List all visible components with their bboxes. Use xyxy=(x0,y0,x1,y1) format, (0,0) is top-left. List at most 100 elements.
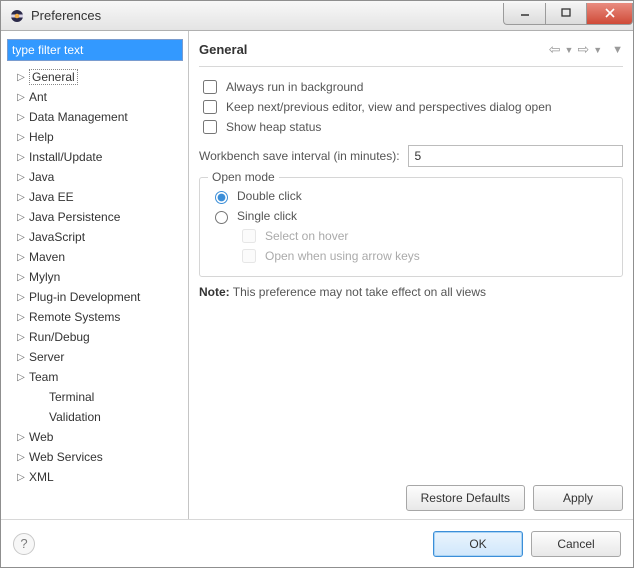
chevron-right-icon[interactable]: ▷ xyxy=(15,111,27,123)
tree-item-label: Java xyxy=(29,170,54,184)
restore-defaults-button[interactable]: Restore Defaults xyxy=(406,485,525,511)
tree-item-label: Help xyxy=(29,130,54,144)
single-click-radio[interactable] xyxy=(215,211,228,224)
chevron-right-icon[interactable]: ▷ xyxy=(15,271,27,283)
chevron-right-icon[interactable]: ▷ xyxy=(15,71,27,83)
tree-item[interactable]: ▷Team xyxy=(7,367,184,387)
heap-checkbox[interactable] xyxy=(203,120,217,134)
back-icon[interactable]: ⇦ xyxy=(549,41,561,58)
filter-input[interactable] xyxy=(7,39,183,61)
bottombar: ? OK Cancel xyxy=(1,519,633,567)
sidebar: ▷General▷Ant▷Data Management▷Help▷Instal… xyxy=(1,31,189,519)
always-run-bg-checkbox[interactable] xyxy=(203,80,217,94)
always-run-bg-label: Always run in background xyxy=(226,80,363,94)
minimize-button[interactable] xyxy=(503,3,545,25)
tree-item-label: Server xyxy=(29,350,64,364)
tree-item-label: Web xyxy=(29,430,53,444)
keep-dialog-checkbox[interactable] xyxy=(203,100,217,114)
back-menu-icon[interactable]: ▼ xyxy=(565,45,574,55)
tree-item-label: Mylyn xyxy=(29,270,60,284)
always-run-bg-row: Always run in background xyxy=(199,77,623,97)
chevron-right-icon[interactable]: ▷ xyxy=(15,131,27,143)
tree-item[interactable]: ▷Ant xyxy=(7,87,184,107)
interval-label: Workbench save interval (in minutes): xyxy=(199,149,400,163)
nav-arrows: ⇦ ▼ ⇨ ▼ ▼ xyxy=(549,41,623,58)
chevron-right-icon[interactable]: ▷ xyxy=(15,211,27,223)
tree-item-label: Remote Systems xyxy=(29,310,120,324)
tree-item[interactable]: ▷Java Persistence xyxy=(7,207,184,227)
app-icon xyxy=(9,8,25,24)
open-arrow-row: Open when using arrow keys xyxy=(238,246,612,266)
window-title: Preferences xyxy=(31,8,101,23)
tree-item[interactable]: ▷Web Services xyxy=(7,447,184,467)
tree-item[interactable]: ▷Terminal xyxy=(7,387,184,407)
preferences-tree[interactable]: ▷General▷Ant▷Data Management▷Help▷Instal… xyxy=(5,67,184,513)
tree-item[interactable]: ▷Data Management xyxy=(7,107,184,127)
tree-item-label: Team xyxy=(29,370,58,384)
tree-item-label: Java EE xyxy=(29,190,74,204)
chevron-right-icon[interactable]: ▷ xyxy=(15,331,27,343)
tree-item-label: Java Persistence xyxy=(29,210,120,224)
tree-item-label: Plug-in Development xyxy=(29,290,140,304)
single-click-row: Single click xyxy=(210,206,612,226)
tree-item[interactable]: ▷Help xyxy=(7,127,184,147)
main-panel: General ⇦ ▼ ⇨ ▼ ▼ Always run in backgrou… xyxy=(189,31,633,519)
tree-item[interactable]: ▷Validation xyxy=(7,407,184,427)
open-mode-legend: Open mode xyxy=(208,170,279,184)
tree-item[interactable]: ▷JavaScript xyxy=(7,227,184,247)
help-icon[interactable]: ? xyxy=(13,533,35,555)
tree-item-label: Data Management xyxy=(29,110,128,124)
chevron-right-icon[interactable]: ▷ xyxy=(15,91,27,103)
tree-item[interactable]: ▷Install/Update xyxy=(7,147,184,167)
chevron-right-icon[interactable]: ▷ xyxy=(15,351,27,363)
select-on-hover-row: Select on hover xyxy=(238,226,612,246)
keep-dialog-label: Keep next/previous editor, view and pers… xyxy=(226,100,552,114)
note-label: Note: xyxy=(199,285,230,299)
chevron-right-icon[interactable]: ▷ xyxy=(15,371,27,383)
close-button[interactable] xyxy=(587,3,633,25)
chevron-right-icon[interactable]: ▷ xyxy=(15,431,27,443)
titlebar: Preferences xyxy=(1,1,633,31)
double-click-row: Double click xyxy=(210,186,612,206)
tree-item[interactable]: ▷Web xyxy=(7,427,184,447)
chevron-right-icon[interactable]: ▷ xyxy=(15,171,27,183)
chevron-right-icon[interactable]: ▷ xyxy=(15,191,27,203)
double-click-label: Double click xyxy=(237,189,302,203)
chevron-right-icon[interactable]: ▷ xyxy=(15,251,27,263)
open-arrow-label: Open when using arrow keys xyxy=(265,249,420,263)
forward-menu-icon[interactable]: ▼ xyxy=(593,45,602,55)
chevron-right-icon[interactable]: ▷ xyxy=(15,231,27,243)
cancel-button[interactable]: Cancel xyxy=(531,531,621,557)
tree-item[interactable]: ▷General xyxy=(7,67,184,87)
tree-item-label: JavaScript xyxy=(29,230,85,244)
chevron-right-icon[interactable]: ▷ xyxy=(15,151,27,163)
tree-item[interactable]: ▷Maven xyxy=(7,247,184,267)
tree-item-label: Terminal xyxy=(49,390,94,404)
tree-item[interactable]: ▷Java xyxy=(7,167,184,187)
chevron-right-icon[interactable]: ▷ xyxy=(15,311,27,323)
tree-item[interactable]: ▷XML xyxy=(7,467,184,487)
tree-item[interactable]: ▷Mylyn xyxy=(7,267,184,287)
heap-row: Show heap status xyxy=(199,117,623,137)
forward-icon[interactable]: ⇨ xyxy=(577,41,589,58)
tree-item[interactable]: ▷Server xyxy=(7,347,184,367)
double-click-radio[interactable] xyxy=(215,191,228,204)
chevron-right-icon[interactable]: ▷ xyxy=(15,451,27,463)
heap-label: Show heap status xyxy=(226,120,321,134)
maximize-button[interactable] xyxy=(545,3,587,25)
select-on-hover-label: Select on hover xyxy=(265,229,348,243)
tree-item[interactable]: ▷Plug-in Development xyxy=(7,287,184,307)
tree-item[interactable]: ▷Java EE xyxy=(7,187,184,207)
ok-button[interactable]: OK xyxy=(433,531,523,557)
chevron-right-icon[interactable]: ▷ xyxy=(15,291,27,303)
tree-item[interactable]: ▷Run/Debug xyxy=(7,327,184,347)
interval-row: Workbench save interval (in minutes): xyxy=(199,145,623,167)
apply-button[interactable]: Apply xyxy=(533,485,623,511)
tree-item-label: Run/Debug xyxy=(29,330,90,344)
view-menu-icon[interactable]: ▼ xyxy=(612,44,623,56)
chevron-right-icon[interactable]: ▷ xyxy=(15,471,27,483)
tree-item[interactable]: ▷Remote Systems xyxy=(7,307,184,327)
window-controls xyxy=(503,7,633,25)
note-row: Note: This preference may not take effec… xyxy=(199,285,623,299)
interval-input[interactable] xyxy=(408,145,623,167)
